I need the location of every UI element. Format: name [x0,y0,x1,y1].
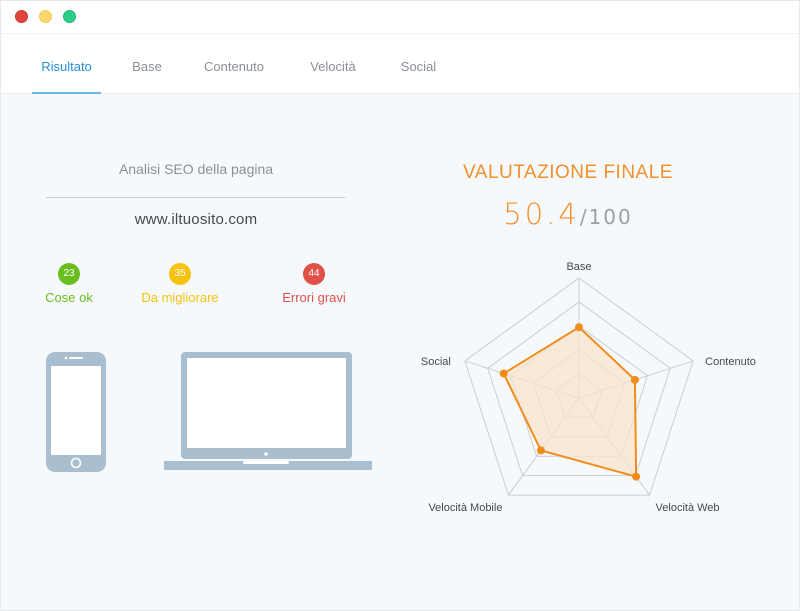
radar-axis-label-0: Base [566,261,591,273]
radar-series-area [502,325,638,478]
divider [46,197,345,198]
radar-point-1 [630,375,639,384]
title-bar [1,1,799,34]
stat-errors-badge: 44 [303,263,325,285]
radar-axis-label-4: Social [421,356,451,368]
tab-bar: Risultato Base Contenuto Velocità Social [1,34,799,94]
stat-ok-label: Cose ok [45,290,93,305]
stat-ok: 23 Cose ok [29,263,109,305]
laptop-icon [164,352,372,470]
score-value: 50.4 [503,197,580,231]
radar-axis-label-1: Contenuto [705,356,756,368]
final-score: 50.4/100 [441,197,695,231]
close-window-button[interactable] [15,10,28,23]
tab-social[interactable]: Social [391,34,446,94]
stat-improve: 35 Da migliorare [125,263,235,305]
app-window: Risultato Base Contenuto Velocità Social… [0,0,800,611]
radar-point-2 [632,472,641,481]
tab-base[interactable]: Base [121,34,173,94]
phone-icon [46,352,106,472]
stat-errors: 44 Errori gravi [263,263,365,305]
tab-velocita[interactable]: Velocità [298,34,368,94]
final-score-title: VALUTAZIONE FINALE [463,162,673,183]
stat-ok-badge: 23 [58,263,80,285]
active-tab-indicator [32,92,101,94]
stat-improve-label: Da migliorare [141,290,219,305]
tab-contenuto[interactable]: Contenuto [193,34,275,94]
analysis-title: Analisi SEO della pagina [118,161,274,177]
site-url: www.iltuosito.com [134,211,258,228]
minimize-window-button[interactable] [39,10,52,23]
radar-chart: Base Contenuto Velocità Web Velocità Mobile… [421,261,756,514]
maximize-window-button[interactable] [63,10,76,23]
score-max: /100 [579,205,633,229]
stat-improve-badge: 35 [169,263,191,285]
radar-point-0 [575,323,583,332]
radar-data [499,323,641,481]
radar-point-4 [499,369,508,378]
stat-errors-label: Errori gravi [282,290,346,305]
radar-axis-label-3: Velocità Mobile [428,502,502,514]
radar-axis-label-2: Velocità Web [656,502,720,514]
radar-point-3 [536,446,545,455]
tab-risultato[interactable]: Risultato [32,34,101,94]
